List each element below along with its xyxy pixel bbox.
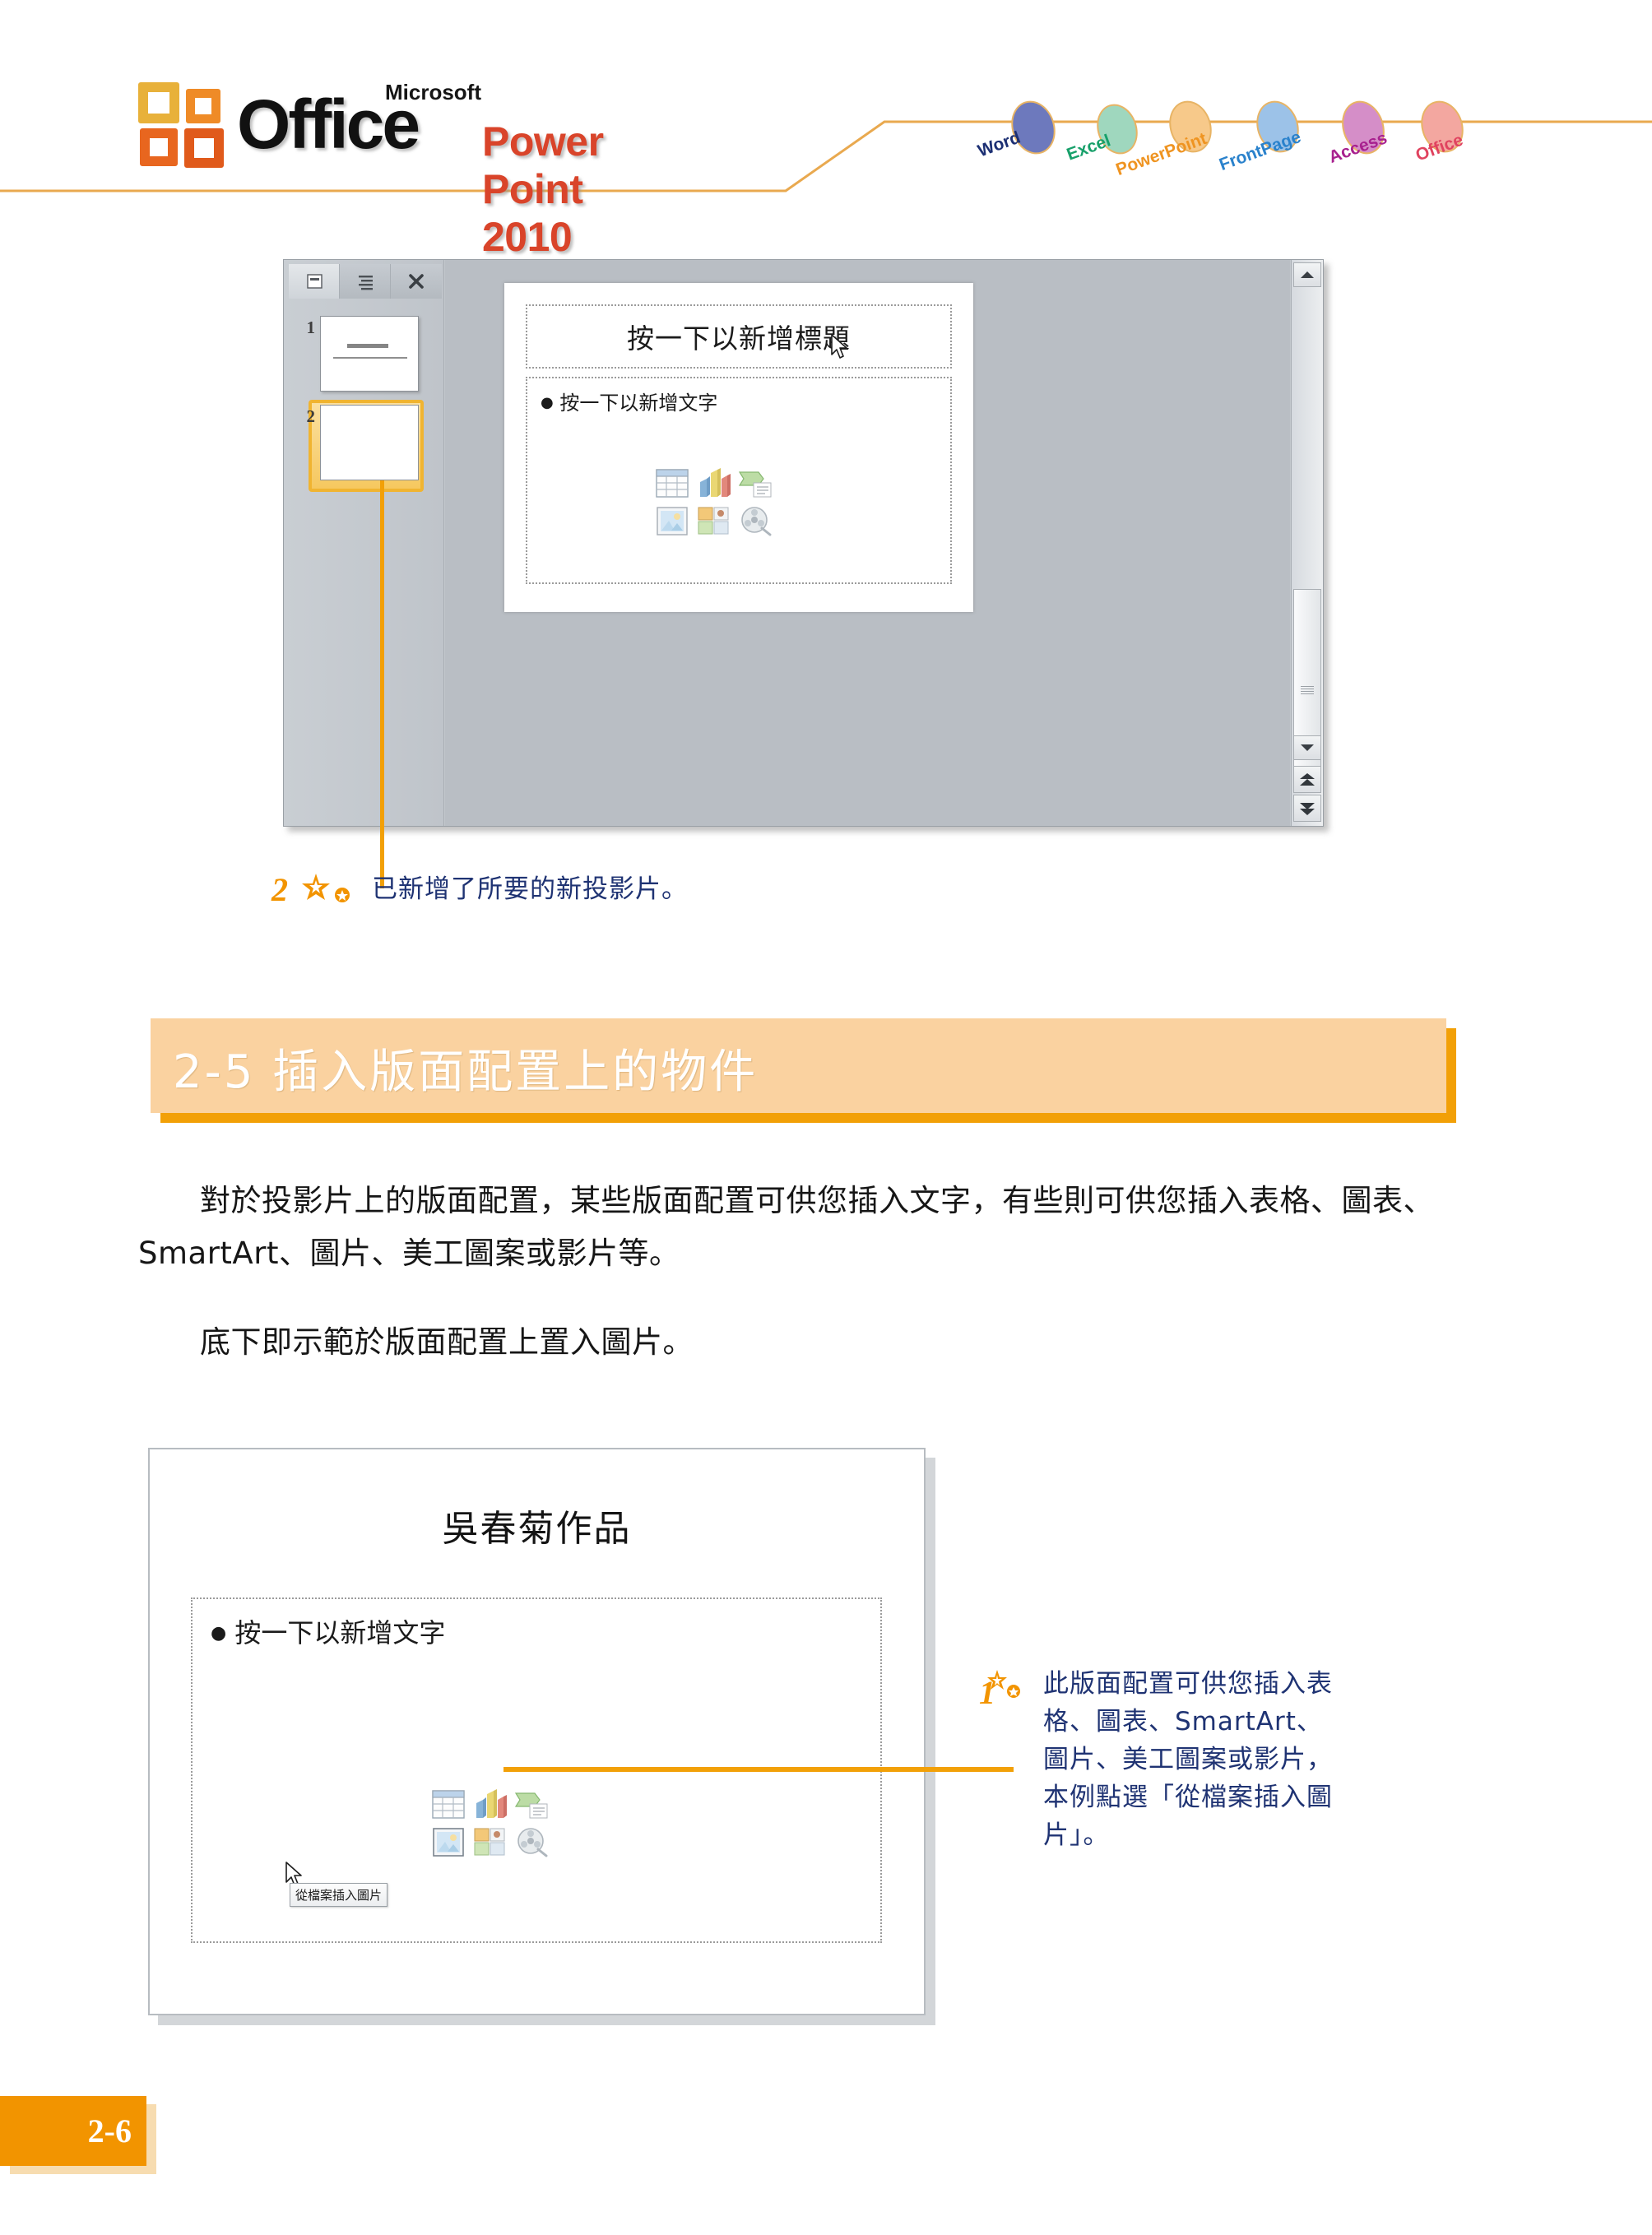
sidebar-item-outline-tab[interactable] (340, 264, 391, 299)
callout-bottom-line-4: 本例點選「從檔案插入圖 (1043, 1783, 1333, 1812)
scroll-down-icon (1301, 744, 1314, 751)
title-placeholder-text: 按一下以新增標題 (627, 322, 851, 355)
insert-picture-from-file-icon[interactable] (655, 505, 691, 538)
slide-thumbnail-icon (306, 274, 323, 289)
previous-slide-icon (1300, 772, 1315, 786)
content-insert-icon-grid (655, 467, 773, 538)
scroll-up-icon (1301, 271, 1314, 278)
thumb-subtitle-line (333, 357, 407, 359)
callout-bottom-line-2: 格、圖表、SmartArt、 (1043, 1707, 1323, 1737)
insert-smartart-icon[interactable] (513, 1788, 550, 1821)
next-slide-button[interactable] (1293, 795, 1321, 822)
insert-media-clip-icon[interactable] (737, 505, 773, 538)
slide-canvas[interactable]: 按一下以新增標題 ● 按一下以新增文字 (504, 283, 973, 612)
product-tabs-strip: Word Excel PowerPoint FrontPage Access O… (946, 82, 1588, 189)
tab-label-excel[interactable]: Excel (1065, 131, 1114, 165)
thumbnail-number: 1 (306, 318, 316, 337)
brand-office-label: Office (237, 86, 420, 163)
scrollbar-grip-icon (1301, 685, 1314, 694)
insert-picture-from-file-icon[interactable] (431, 1826, 467, 1859)
insert-media-clip-icon[interactable] (513, 1826, 550, 1859)
callout-connector-horizontal (503, 1767, 1014, 1772)
thumbnail-number: 2 (306, 406, 316, 426)
callout-bottom-text: 此版面配置可供您插入表 格、圖表、SmartArt、 圖片、美工圖案或影片， 本… (1043, 1665, 1504, 1854)
sidebar-item-slides-tab[interactable] (289, 264, 340, 299)
scroll-down-button[interactable] (1293, 735, 1321, 760)
insert-clipart-icon[interactable] (472, 1826, 508, 1859)
product-name-label: Power Point 2010 (482, 118, 604, 260)
mouse-cursor-icon (831, 334, 847, 359)
badge-stars-icon (302, 874, 350, 902)
insert-clipart-icon[interactable] (696, 505, 732, 538)
callout-bottom-line-3: 圖片、美工圖案或影片， (1043, 1745, 1333, 1774)
content-placeholder[interactable]: ● 按一下以新增文字 (526, 377, 952, 584)
slides-pane: 1 2 (284, 260, 444, 826)
step-badge-1: 1 (979, 1670, 1053, 1726)
step-badge-2: 2 (271, 874, 362, 923)
vertical-scrollbar[interactable] (1291, 260, 1323, 826)
page-title: 2-5 插入版面配置上的物件 (173, 1046, 759, 1099)
outline-lines-icon (358, 276, 373, 290)
slide-editing-stage: 按一下以新增標題 ● 按一下以新增文字 (445, 260, 1290, 826)
slide-layout-figure[interactable]: 吳春菊作品 ● 按一下以新增文字 從檔案插入圖片 (148, 1448, 926, 2015)
body-placeholder-label: 按一下以新增文字 (559, 392, 718, 415)
callout-bottom-line-5: 片」。 (1043, 1820, 1110, 1850)
office-logo: Microsoft Office Power Point 2010 (138, 78, 604, 260)
paragraph-2: 底下即示範於版面配置上置入圖片。 (138, 1324, 694, 1360)
thumb-title-line (347, 344, 388, 348)
insert-table-icon[interactable] (431, 1788, 467, 1821)
figure-body-placeholder-label: 按一下以新增文字 (234, 1617, 446, 1648)
body-placeholder-text: ● 按一下以新增文字 (541, 392, 718, 415)
list-item[interactable]: 1 (295, 316, 419, 392)
slide-thumbnail-1[interactable] (320, 316, 419, 392)
list-item[interactable]: 2 (295, 400, 424, 492)
insert-smartart-icon[interactable] (737, 467, 773, 500)
insert-picture-tooltip: 從檔案插入圖片 (290, 1883, 388, 1907)
page-number: 2-6 (87, 2112, 132, 2149)
insert-chart-icon[interactable] (696, 467, 732, 500)
powerpoint-window-screenshot: 1 2 按一下以新增標題 ● 按一下以新增文字 (283, 259, 1324, 827)
next-slide-icon (1300, 802, 1315, 815)
slides-pane-tabs (289, 264, 443, 299)
callout-bottom-line-1: 此版面配置可供您插入表 (1043, 1669, 1333, 1699)
scroll-up-button[interactable] (1293, 262, 1321, 287)
scrollbar-thumb[interactable] (1293, 589, 1321, 791)
office-squares-icon (138, 82, 227, 169)
badge-stars-icon (987, 1670, 1020, 1698)
title-placeholder[interactable]: 按一下以新增標題 (526, 304, 952, 369)
previous-slide-button[interactable] (1293, 766, 1321, 793)
figure-body-placeholder-text: ● 按一下以新增文字 (211, 1617, 446, 1648)
close-icon (409, 274, 424, 289)
figure-content-insert-icon-grid (431, 1788, 548, 1859)
callout-top-text: 已新增了所要的新投影片。 (372, 874, 688, 904)
tab-label-word[interactable]: Word (976, 128, 1023, 162)
insert-table-icon[interactable] (655, 467, 691, 500)
paragraph-1: 對於投影片上的版面配置，某些版面配置可供您插入文字，有些則可供您插入表格、圖表、… (138, 1183, 1434, 1271)
page-header: Microsoft Office Power Point 2010 Word E… (0, 0, 1652, 260)
insert-chart-icon[interactable] (472, 1788, 508, 1821)
callout-connector-vertical (380, 444, 384, 888)
step-number: 2 (271, 871, 288, 908)
close-slides-pane-button[interactable] (391, 264, 442, 299)
slide-thumbnail-2[interactable] (320, 405, 419, 480)
figure-slide-title: 吳春菊作品 (442, 1508, 632, 1550)
